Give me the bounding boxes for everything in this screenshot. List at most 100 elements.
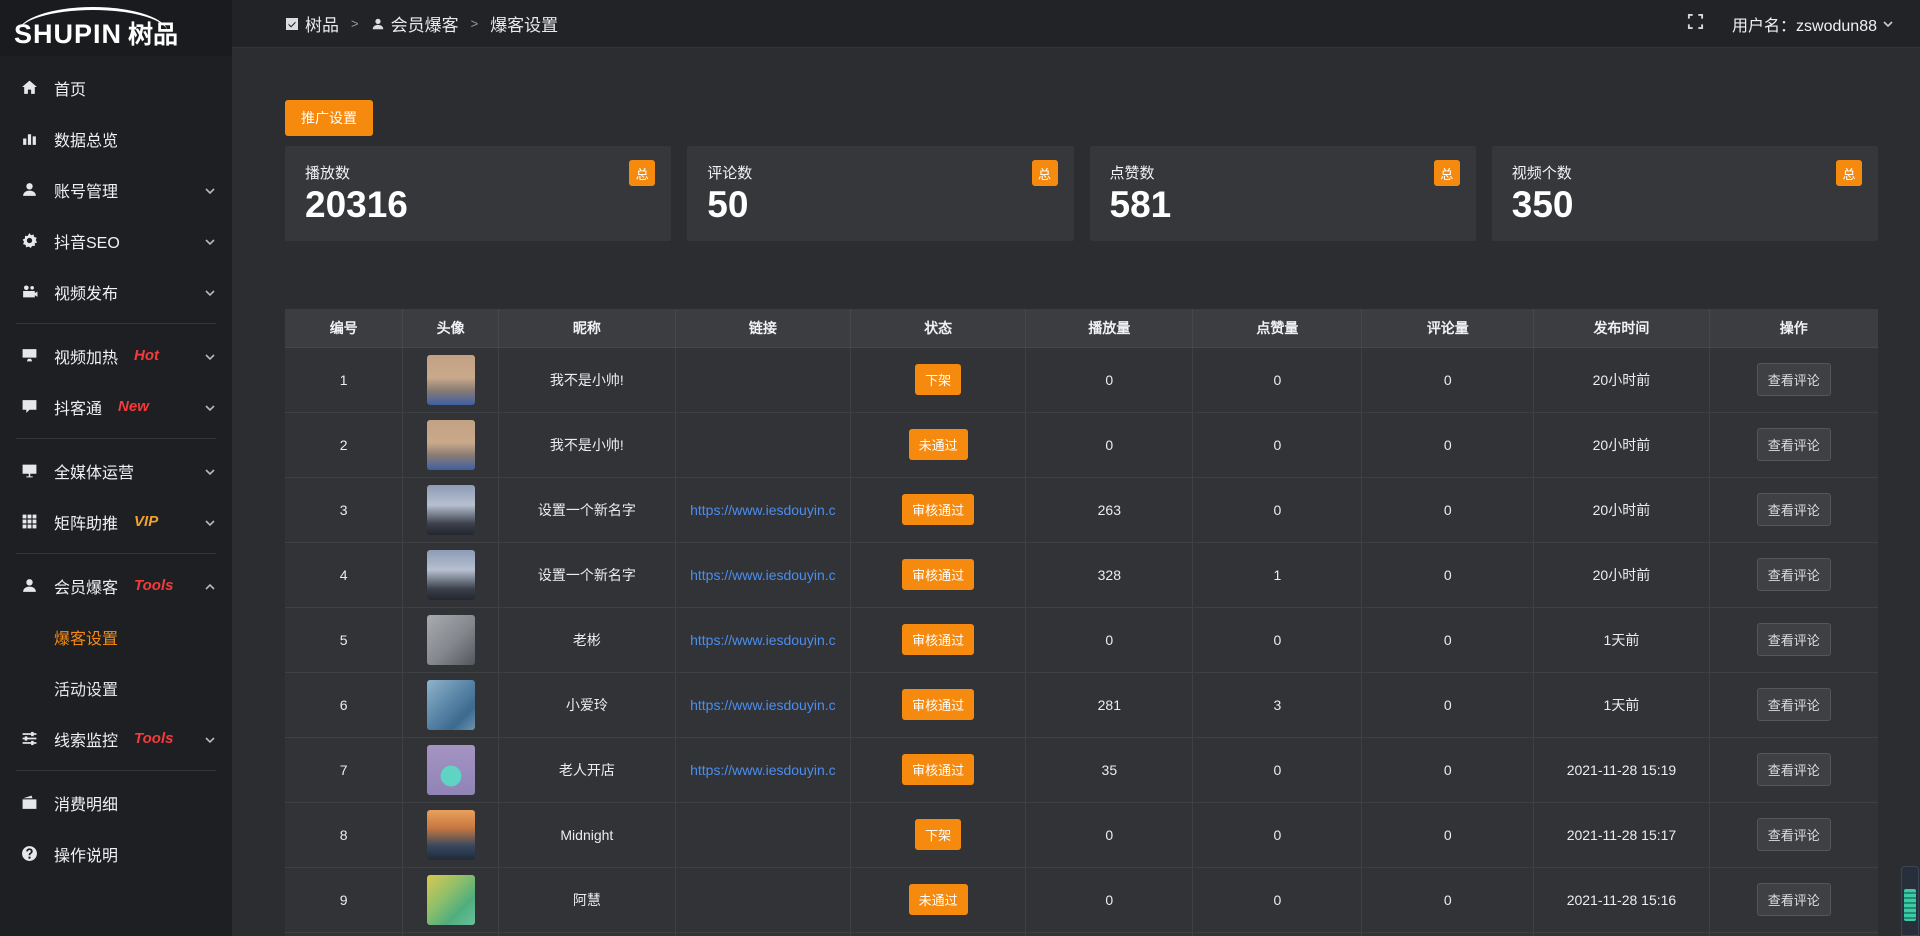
status-badge: 审核通过 <box>902 559 974 590</box>
sidebar-item-all-media[interactable]: 全媒体运营 <box>0 445 232 496</box>
monitor-icon <box>20 347 38 365</box>
scrollbar-thumb[interactable] <box>1904 889 1916 921</box>
stat-value: 581 <box>1110 185 1456 226</box>
row-comments: 0 <box>1362 867 1534 932</box>
view-comments-button[interactable]: 查看评论 <box>1757 753 1831 786</box>
row-likes: 0 <box>1193 412 1362 477</box>
row-time: 20小时前 <box>1534 412 1709 477</box>
sidebar-item-data-overview[interactable]: 数据总览 <box>0 113 232 164</box>
view-comments-button[interactable]: 查看评论 <box>1757 688 1831 721</box>
submenu-item-activity-settings[interactable]: 活动设置 <box>0 662 232 713</box>
promo-settings-button[interactable]: 推广设置 <box>285 100 373 136</box>
row-nickname: 小爱玲 <box>498 672 675 737</box>
status-badge: 下架 <box>915 819 961 850</box>
videos-table: 编号头像昵称链接状态播放量点赞量评论量发布时间操作 1 我不是小帅! 下架 0 … <box>285 309 1878 936</box>
breadcrumb-item-current: 爆客设置 <box>490 11 558 36</box>
breadcrumb-item-root[interactable]: 树品 <box>305 11 339 36</box>
chevron-down-icon <box>204 286 216 298</box>
question-icon <box>20 845 38 863</box>
row-likes: 0 <box>1193 347 1362 412</box>
scrollbar[interactable] <box>1901 866 1919 936</box>
sidebar-item-label: 全媒体运营 <box>54 459 134 483</box>
row-link[interactable]: https://www.iesdouyin.c <box>676 632 850 648</box>
user-icon <box>371 17 385 31</box>
row-link[interactable]: https://www.iesdouyin.c <box>676 502 850 518</box>
table-header-cell: 点赞量 <box>1193 309 1362 347</box>
gear-icon <box>20 232 38 250</box>
username-menu[interactable]: 用户名：zswodun88 <box>1732 12 1894 36</box>
row-link[interactable]: https://www.iesdouyin.c <box>676 762 850 778</box>
row-link[interactable]: https://www.iesdouyin.c <box>676 567 850 583</box>
row-time: 20小时前 <box>1534 477 1709 542</box>
row-time <box>1534 932 1709 936</box>
sidebar-item-member-baoke[interactable]: 会员爆客 Tools <box>0 560 232 611</box>
fullscreen-icon[interactable] <box>1687 13 1704 35</box>
status-badge: 审核通过 <box>902 754 974 785</box>
row-nickname: 老人开店 <box>498 737 675 802</box>
stat-card-comments: 评论数 50 总 <box>687 146 1073 241</box>
view-comments-button[interactable]: 查看评论 <box>1757 883 1831 916</box>
row-time: 2021-11-28 15:19 <box>1534 737 1709 802</box>
view-comments-button[interactable]: 查看评论 <box>1757 363 1831 396</box>
stat-label: 点赞数 <box>1110 162 1456 183</box>
row-time: 20小时前 <box>1534 347 1709 412</box>
app-root: SHUPIN树品 首页 数据总览 账号管理 <box>0 0 1920 936</box>
sidebar-item-label: 抖音SEO <box>54 229 120 253</box>
table-row: 4 设置一个新名字 https://www.iesdouyin.c 审核通过 3… <box>285 542 1878 607</box>
row-plays: 281 <box>1026 672 1193 737</box>
chevron-down-icon <box>204 184 216 196</box>
sidebar-item-consumption-details[interactable]: 消费明细 <box>0 777 232 828</box>
row-plays: 263 <box>1026 477 1193 542</box>
row-nickname: 设置一个新名字 <box>498 477 675 542</box>
stat-label: 评论数 <box>707 162 1053 183</box>
tools-badge: Tools <box>134 730 173 747</box>
row-nickname <box>498 932 675 936</box>
table-header-cell: 播放量 <box>1026 309 1193 347</box>
view-comments-button[interactable]: 查看评论 <box>1757 558 1831 591</box>
sidebar-item-label: 数据总览 <box>54 127 118 151</box>
view-comments-button[interactable]: 查看评论 <box>1757 428 1831 461</box>
breadcrumb-item-section[interactable]: 会员爆客 <box>391 11 459 36</box>
row-comments: 0 <box>1362 802 1534 867</box>
member-icon <box>20 577 38 595</box>
row-nickname: 老彬 <box>498 607 675 672</box>
sidebar-item-label: 消费明细 <box>54 791 118 815</box>
table-header-row: 编号头像昵称链接状态播放量点赞量评论量发布时间操作 <box>285 309 1878 347</box>
sidebar-item-home[interactable]: 首页 <box>0 62 232 113</box>
view-comments-button[interactable]: 查看评论 <box>1757 493 1831 526</box>
row-likes: 0 <box>1193 477 1362 542</box>
view-comments-button[interactable]: 查看评论 <box>1757 818 1831 851</box>
breadcrumb: 树品 > 会员爆客 > 爆客设置 <box>285 11 558 36</box>
row-likes: 0 <box>1193 802 1362 867</box>
sidebar-item-clue-monitor[interactable]: 线索监控 Tools <box>0 713 232 764</box>
row-comments: 0 <box>1362 477 1534 542</box>
row-plays <box>1026 932 1193 936</box>
row-link[interactable]: https://www.iesdouyin.c <box>676 697 850 713</box>
sidebar-item-video-publish[interactable]: 视频发布 <box>0 266 232 317</box>
chevron-down-icon <box>204 733 216 745</box>
sidebar-item-douyin-seo[interactable]: 抖音SEO <box>0 215 232 266</box>
sidebar-item-doketong[interactable]: 抖客通 New <box>0 381 232 432</box>
row-comments <box>1362 932 1534 936</box>
view-comments-button[interactable]: 查看评论 <box>1757 623 1831 656</box>
submenu-item-baoke-settings[interactable]: 爆客设置 <box>0 611 232 662</box>
sidebar-divider <box>16 438 216 439</box>
wallet-icon <box>20 794 38 812</box>
stat-card-likes: 点赞数 581 总 <box>1090 146 1476 241</box>
member-baoke-submenu: 爆客设置 活动设置 <box>0 611 232 713</box>
topbar: 树品 > 会员爆客 > 爆客设置 用户名：zswodun88 <box>232 0 1920 48</box>
sidebar-item-label: 操作说明 <box>54 842 118 866</box>
sidebar-item-instructions[interactable]: 操作说明 <box>0 828 232 879</box>
sidebar-item-account-management[interactable]: 账号管理 <box>0 164 232 215</box>
table-row: 7 老人开店 https://www.iesdouyin.c 审核通过 35 0… <box>285 737 1878 802</box>
sliders-icon <box>20 730 38 748</box>
sidebar-item-matrix-boost[interactable]: 矩阵助推 VIP <box>0 496 232 547</box>
vip-badge: VIP <box>134 513 158 530</box>
table-row: 3 设置一个新名字 https://www.iesdouyin.c 审核通过 2… <box>285 477 1878 542</box>
sidebar-item-video-heat[interactable]: 视频加热 Hot <box>0 330 232 381</box>
row-likes <box>1193 932 1362 936</box>
row-plays: 0 <box>1026 412 1193 477</box>
sidebar: SHUPIN树品 首页 数据总览 账号管理 <box>0 0 232 936</box>
status-badge: 下架 <box>915 364 961 395</box>
home-icon <box>20 79 38 97</box>
